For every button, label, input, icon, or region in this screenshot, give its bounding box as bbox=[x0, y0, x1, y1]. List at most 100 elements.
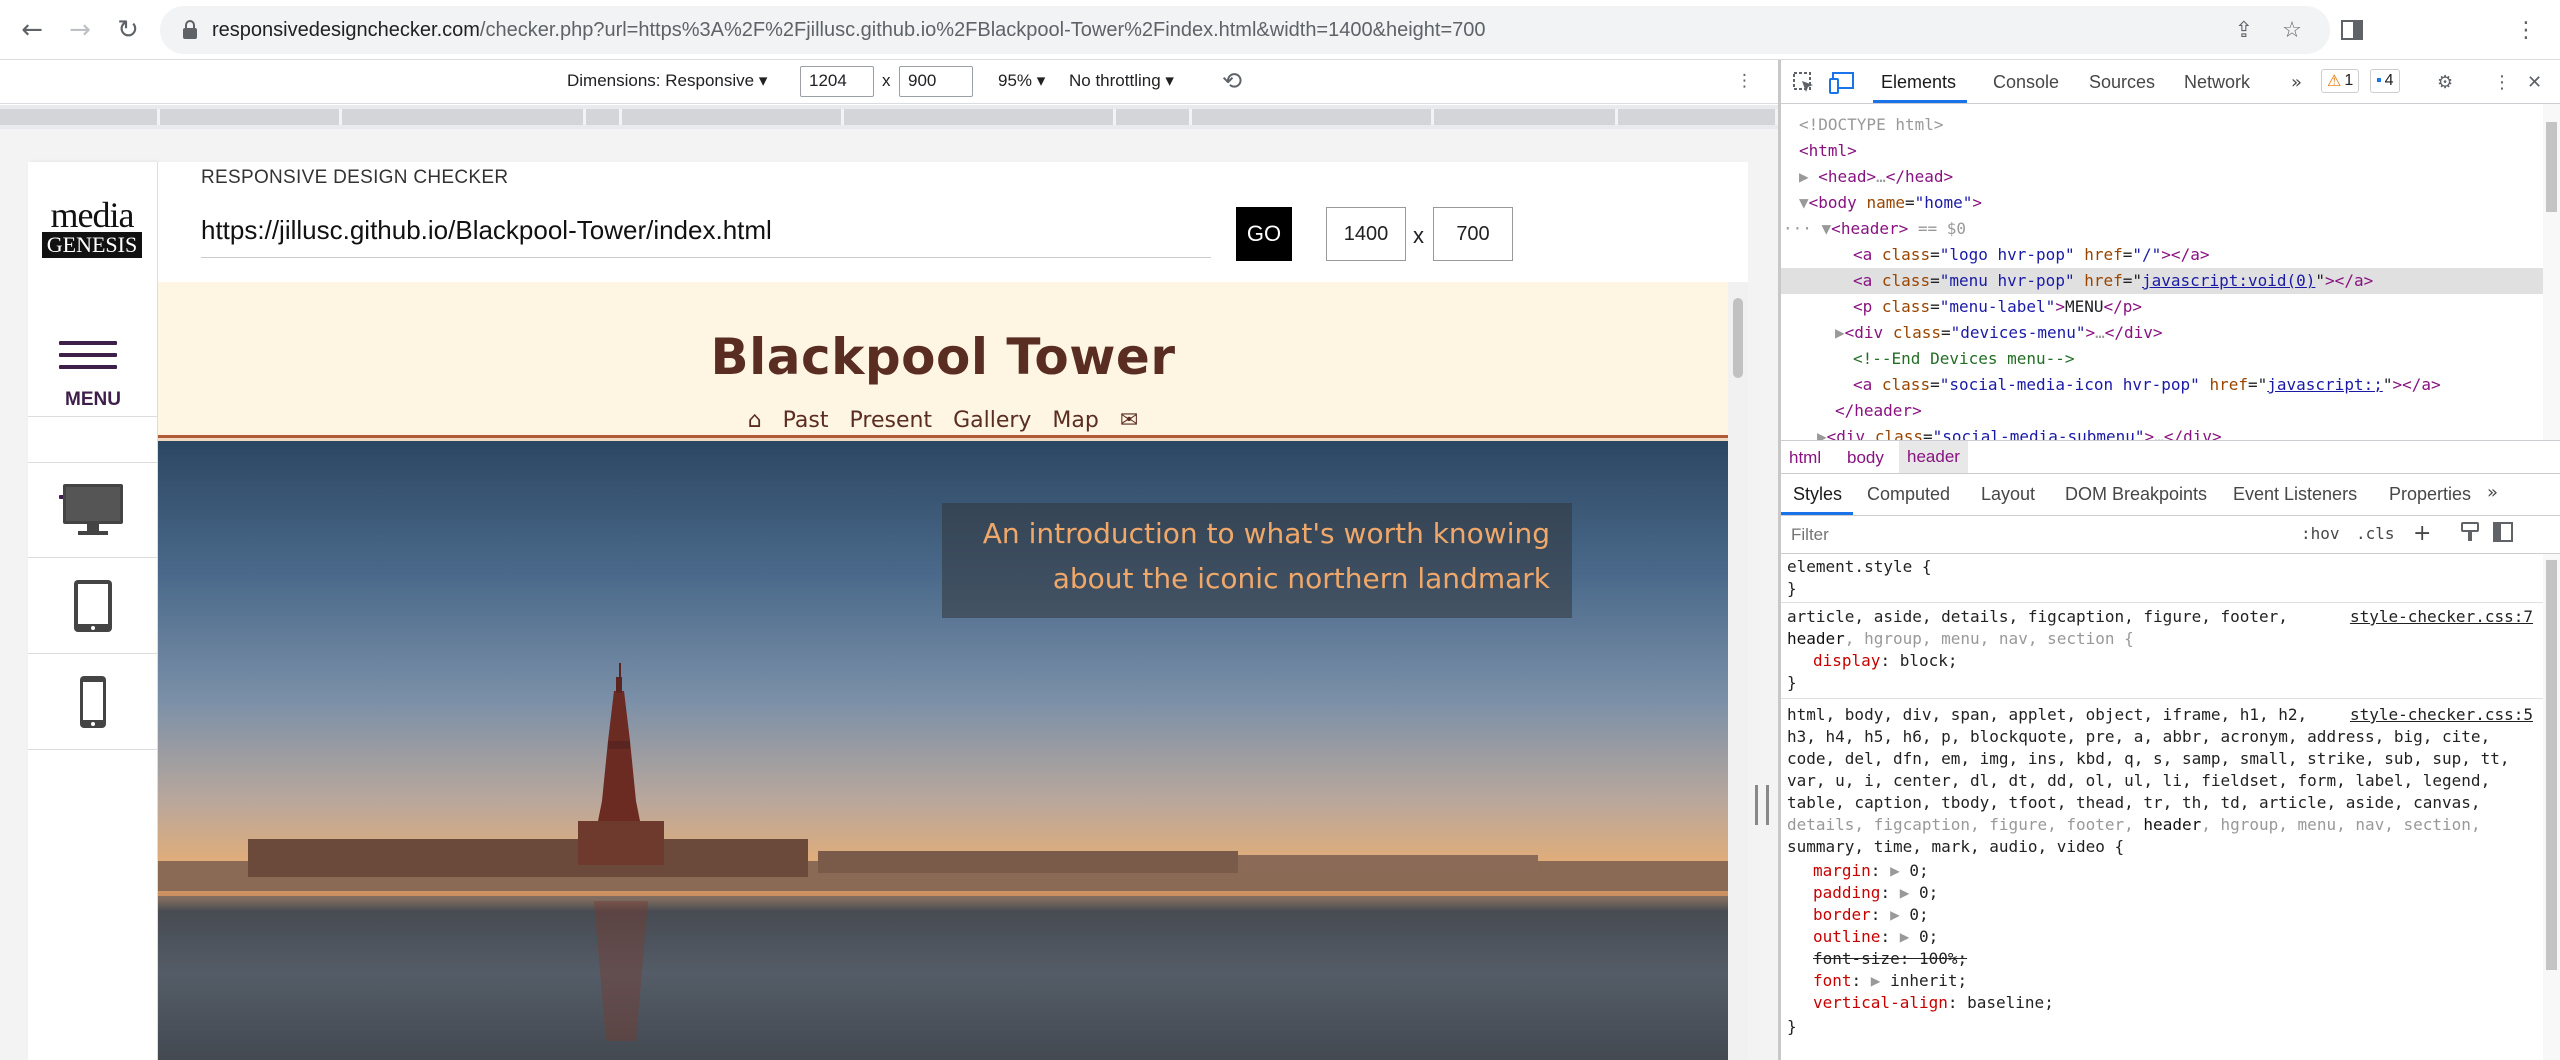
go-button[interactable]: GO bbox=[1236, 207, 1292, 261]
rule2-selector-cont[interactable]: table, caption, tbody, tfoot, thead, tr,… bbox=[1787, 792, 2481, 814]
nav-link-gallery[interactable]: Gallery bbox=[953, 408, 1031, 433]
styles-scrollbar[interactable] bbox=[2543, 554, 2560, 1060]
desktop-device-button[interactable] bbox=[28, 462, 158, 558]
dom-body[interactable]: ▼<body name="home"> bbox=[1799, 190, 1982, 216]
rule1-declaration[interactable]: display: block; bbox=[1813, 650, 1958, 672]
resize-handle[interactable] bbox=[1755, 785, 1769, 825]
rule1-selector[interactable]: article, aside, details, figcaption, fig… bbox=[1787, 606, 2288, 628]
rule1-source-link[interactable]: style-checker.css:7 bbox=[2350, 606, 2533, 628]
checker-url-input[interactable] bbox=[201, 204, 1211, 258]
envelope-icon[interactable]: ✉ bbox=[1120, 408, 1138, 433]
tab-sources[interactable]: Sources bbox=[2089, 72, 2155, 93]
breadcrumb-body[interactable]: body bbox=[1847, 448, 1884, 468]
expand-arrow-icon[interactable]: ▶ bbox=[1799, 167, 1809, 186]
warnings-badge[interactable]: ⚠ 1 bbox=[2321, 69, 2360, 93]
dom-html[interactable]: <html> bbox=[1799, 138, 1857, 164]
site-title[interactable]: Blackpool Tower bbox=[158, 328, 1728, 386]
dom-doctype[interactable]: <!DOCTYPE html> bbox=[1799, 112, 1944, 138]
nav-link-present[interactable]: Present bbox=[850, 408, 933, 433]
styles-filter-input[interactable] bbox=[1791, 522, 2291, 548]
tab-properties[interactable]: Properties bbox=[2389, 484, 2471, 505]
menu-button[interactable]: MENU bbox=[28, 327, 158, 499]
hov-toggle[interactable]: :hov bbox=[2301, 524, 2340, 543]
nav-link-past[interactable]: Past bbox=[783, 408, 829, 433]
dom-scrollbar[interactable] bbox=[2543, 104, 2560, 440]
dom-a-logo[interactable]: <a class="logo hvr-pop" href="/"></a> bbox=[1853, 242, 2209, 268]
address-bar[interactable]: responsivedesignchecker.com/checker.php?… bbox=[160, 6, 2330, 54]
rotate-icon[interactable]: ⟲ bbox=[1222, 67, 1242, 95]
ruler-segment[interactable] bbox=[1192, 109, 1434, 125]
mobile-device-button[interactable] bbox=[28, 654, 158, 750]
collapse-arrow-icon[interactable]: ▼ bbox=[1799, 193, 1809, 212]
font-declaration[interactable]: font: ▶ inherit; bbox=[1813, 970, 1967, 992]
dom-header-close[interactable]: </header> bbox=[1835, 398, 1922, 424]
cls-toggle[interactable]: .cls bbox=[2356, 524, 2395, 543]
media-genesis-logo[interactable]: media GENESIS bbox=[42, 197, 142, 258]
throttling-dropdown[interactable]: No throttling ▾ bbox=[1069, 71, 1174, 91]
forward-icon[interactable]: → bbox=[62, 12, 98, 48]
device-toggle-icon[interactable] bbox=[1829, 72, 1855, 99]
ruler-segment[interactable] bbox=[1434, 109, 1618, 125]
rule2-selector[interactable]: html, body, div, span, applet, object, i… bbox=[1787, 704, 2307, 726]
share-icon[interactable]: ⇪ bbox=[2226, 12, 2262, 48]
rule2-selector-cont[interactable]: details, figcaption, figure, footer, hea… bbox=[1787, 814, 2481, 836]
rule1-selector-cont[interactable]: header, hgroup, menu, nav, section { bbox=[1787, 628, 2134, 650]
sidebar-toggle-icon[interactable] bbox=[2493, 522, 2513, 547]
checker-width-input[interactable]: 1400 bbox=[1326, 207, 1406, 261]
dom-div-devices[interactable]: ▶<div class="devices-menu">…</div> bbox=[1835, 320, 2163, 346]
border-declaration[interactable]: border: ▶ 0; bbox=[1813, 904, 1929, 926]
expand-arrow-icon[interactable]: ▶ bbox=[1835, 323, 1845, 342]
font-size-declaration-overridden[interactable]: font-size: 100%; bbox=[1813, 948, 1967, 970]
expand-arrow-icon[interactable]: ▶ bbox=[1871, 971, 1881, 990]
dom-a-menu[interactable]: <a class="menu hvr-pop" href="javascript… bbox=[1853, 268, 2373, 294]
ruler-segment[interactable] bbox=[0, 109, 160, 125]
checker-height-input[interactable]: 700 bbox=[1433, 207, 1513, 261]
tablet-device-button[interactable] bbox=[28, 558, 158, 654]
new-rule-icon[interactable]: + bbox=[2413, 521, 2431, 546]
expand-arrow-icon[interactable]: ▶ bbox=[1900, 927, 1910, 946]
bookmark-star-icon[interactable]: ☆ bbox=[2274, 12, 2310, 48]
dom-p-menu-label[interactable]: <p class="menu-label">MENU</p> bbox=[1853, 294, 2142, 320]
home-icon[interactable]: ⌂ bbox=[748, 408, 762, 433]
tab-layout[interactable]: Layout bbox=[1981, 484, 2035, 505]
dom-header-selected[interactable]: ··· ▼<header> == $0 bbox=[1783, 216, 1966, 242]
tab-network[interactable]: Network bbox=[2184, 72, 2250, 93]
tab-console[interactable]: Console bbox=[1993, 72, 2059, 93]
breadcrumb-header[interactable]: header bbox=[1899, 441, 1968, 473]
rule2-selector-cont[interactable]: code, del, dfn, em, img, ins, kbd, q, s,… bbox=[1787, 748, 2509, 770]
zoom-dropdown[interactable]: 95% ▾ bbox=[998, 71, 1045, 91]
inspect-element-icon[interactable] bbox=[1793, 72, 1815, 99]
back-icon[interactable]: ← bbox=[14, 12, 50, 48]
scrollbar-thumb[interactable] bbox=[2546, 122, 2557, 212]
expand-arrow-icon[interactable]: ▶ bbox=[1900, 883, 1910, 902]
tab-elements[interactable]: Elements bbox=[1881, 72, 1956, 93]
expand-arrow-icon[interactable]: ▶ bbox=[1817, 427, 1827, 440]
emulation-width-input[interactable]: 1204 bbox=[800, 66, 874, 97]
element-style-rule[interactable]: element.style { bbox=[1787, 556, 1932, 578]
dom-head[interactable]: ▶ <head>…</head> bbox=[1799, 164, 1953, 190]
expand-arrow-icon[interactable]: ▶ bbox=[1890, 905, 1900, 924]
ruler-segment[interactable] bbox=[622, 109, 844, 125]
ruler-segment[interactable] bbox=[342, 109, 586, 125]
margin-declaration[interactable]: margin: ▶ 0; bbox=[1813, 860, 1929, 882]
dimensions-dropdown[interactable]: Dimensions: Responsive ▾ bbox=[567, 71, 767, 91]
scrollbar-thumb[interactable] bbox=[2546, 560, 2557, 970]
scrollbar-thumb[interactable] bbox=[1733, 298, 1743, 378]
ruler-segment[interactable] bbox=[160, 109, 342, 125]
more-tabs-icon[interactable]: » bbox=[2487, 482, 2498, 503]
padding-declaration[interactable]: padding: ▶ 0; bbox=[1813, 882, 1938, 904]
media-query-ruler[interactable] bbox=[0, 105, 1778, 129]
rule2-selector-cont[interactable]: summary, time, mark, audio, video { bbox=[1787, 836, 2124, 858]
preview-scrollbar[interactable] bbox=[1728, 282, 1748, 1060]
collapse-arrow-icon[interactable]: ▼ bbox=[1822, 219, 1832, 238]
settings-gear-icon[interactable]: ⚙ bbox=[2437, 72, 2453, 93]
emulation-height-input[interactable]: 900 bbox=[899, 66, 973, 97]
tab-event-listeners[interactable]: Event Listeners bbox=[2233, 484, 2357, 505]
tab-computed[interactable]: Computed bbox=[1867, 484, 1950, 505]
more-tabs-icon[interactable]: » bbox=[2291, 72, 2302, 93]
outline-declaration[interactable]: outline: ▶ 0; bbox=[1813, 926, 1938, 948]
vertical-align-declaration[interactable]: vertical-align: baseline; bbox=[1813, 992, 2054, 1014]
dom-comment[interactable]: <!--End Devices menu--> bbox=[1853, 346, 2075, 372]
ruler-segment[interactable] bbox=[1116, 109, 1192, 125]
dom-a-social[interactable]: <a class="social-media-icon hvr-pop" hre… bbox=[1853, 372, 2441, 398]
